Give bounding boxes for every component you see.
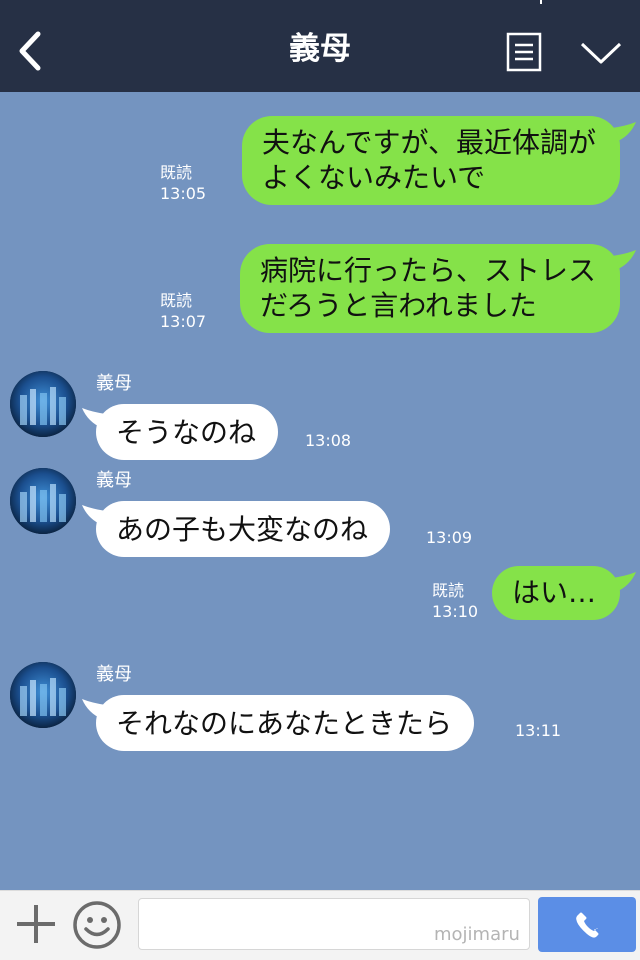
read-receipt: 既読 xyxy=(160,163,193,182)
message-bubble-incoming[interactable]: あの子も大変なのね xyxy=(96,501,391,557)
phone-icon xyxy=(576,912,599,938)
message-text-line: だろうと言われました xyxy=(259,289,537,322)
avatar-image xyxy=(10,468,76,534)
message-bubble-outgoing[interactable]: はい… xyxy=(491,566,620,620)
message-time: 13:09 xyxy=(426,528,473,547)
chat-header: 義母 xyxy=(0,0,640,92)
avatar-image xyxy=(10,662,76,728)
message-time: 13:08 xyxy=(305,431,352,450)
message-text-line: 病院に行ったら、ストレス xyxy=(259,254,596,287)
sender-name: 義母 xyxy=(96,470,132,491)
avatar[interactable] xyxy=(10,371,76,437)
message-meta: 既読 13:07 xyxy=(160,290,206,332)
sender-name: 義母 xyxy=(96,373,132,394)
avatar[interactable] xyxy=(10,662,76,728)
message-bubble-incoming[interactable]: そうなのね xyxy=(96,404,279,460)
sender-name: 義母 xyxy=(96,664,132,685)
message-time: 13:07 xyxy=(160,312,207,331)
message-bubble-outgoing[interactable]: 夫なんですが、最近体調が よくないみたいで xyxy=(241,116,620,205)
message-time: 13:10 xyxy=(432,602,479,621)
avatar-image xyxy=(10,371,76,437)
call-button[interactable] xyxy=(538,897,636,952)
plus-icon[interactable] xyxy=(14,902,58,946)
message-time: 13:05 xyxy=(160,184,207,203)
smiley-icon[interactable] xyxy=(72,900,122,950)
message-text: あの子も大変なのね xyxy=(116,513,369,546)
message-text-line: 夫なんですが、最近体調が xyxy=(261,126,596,159)
message-meta: 既読 13:10 xyxy=(432,580,478,622)
message-text: はい… xyxy=(511,576,596,609)
chat-title: 義母 xyxy=(289,31,351,67)
chat-area[interactable]: 既読 13:05 夫なんですが、最近体調が よくないみたいで 既読 13:07 … xyxy=(0,92,640,890)
chevron-down-icon[interactable] xyxy=(580,40,622,68)
message-meta: 既読 13:05 xyxy=(160,162,206,204)
message-text: それなのにあなたときたら xyxy=(116,707,453,740)
message-time: 13:11 xyxy=(515,721,562,740)
message-text: そうなのね xyxy=(116,416,257,449)
message-text-line: よくないみたいで xyxy=(261,161,486,194)
message-bubble-outgoing[interactable]: 病院に行ったら、ストレス だろうと言われました xyxy=(239,244,620,333)
message-bubble-incoming[interactable]: それなのにあなたときたら xyxy=(96,695,475,751)
read-receipt: 既読 xyxy=(432,581,465,600)
read-receipt: 既読 xyxy=(160,291,193,310)
avatar[interactable] xyxy=(10,468,76,534)
watermark-text: mojimaru xyxy=(434,924,520,945)
document-list-icon[interactable] xyxy=(506,32,542,72)
